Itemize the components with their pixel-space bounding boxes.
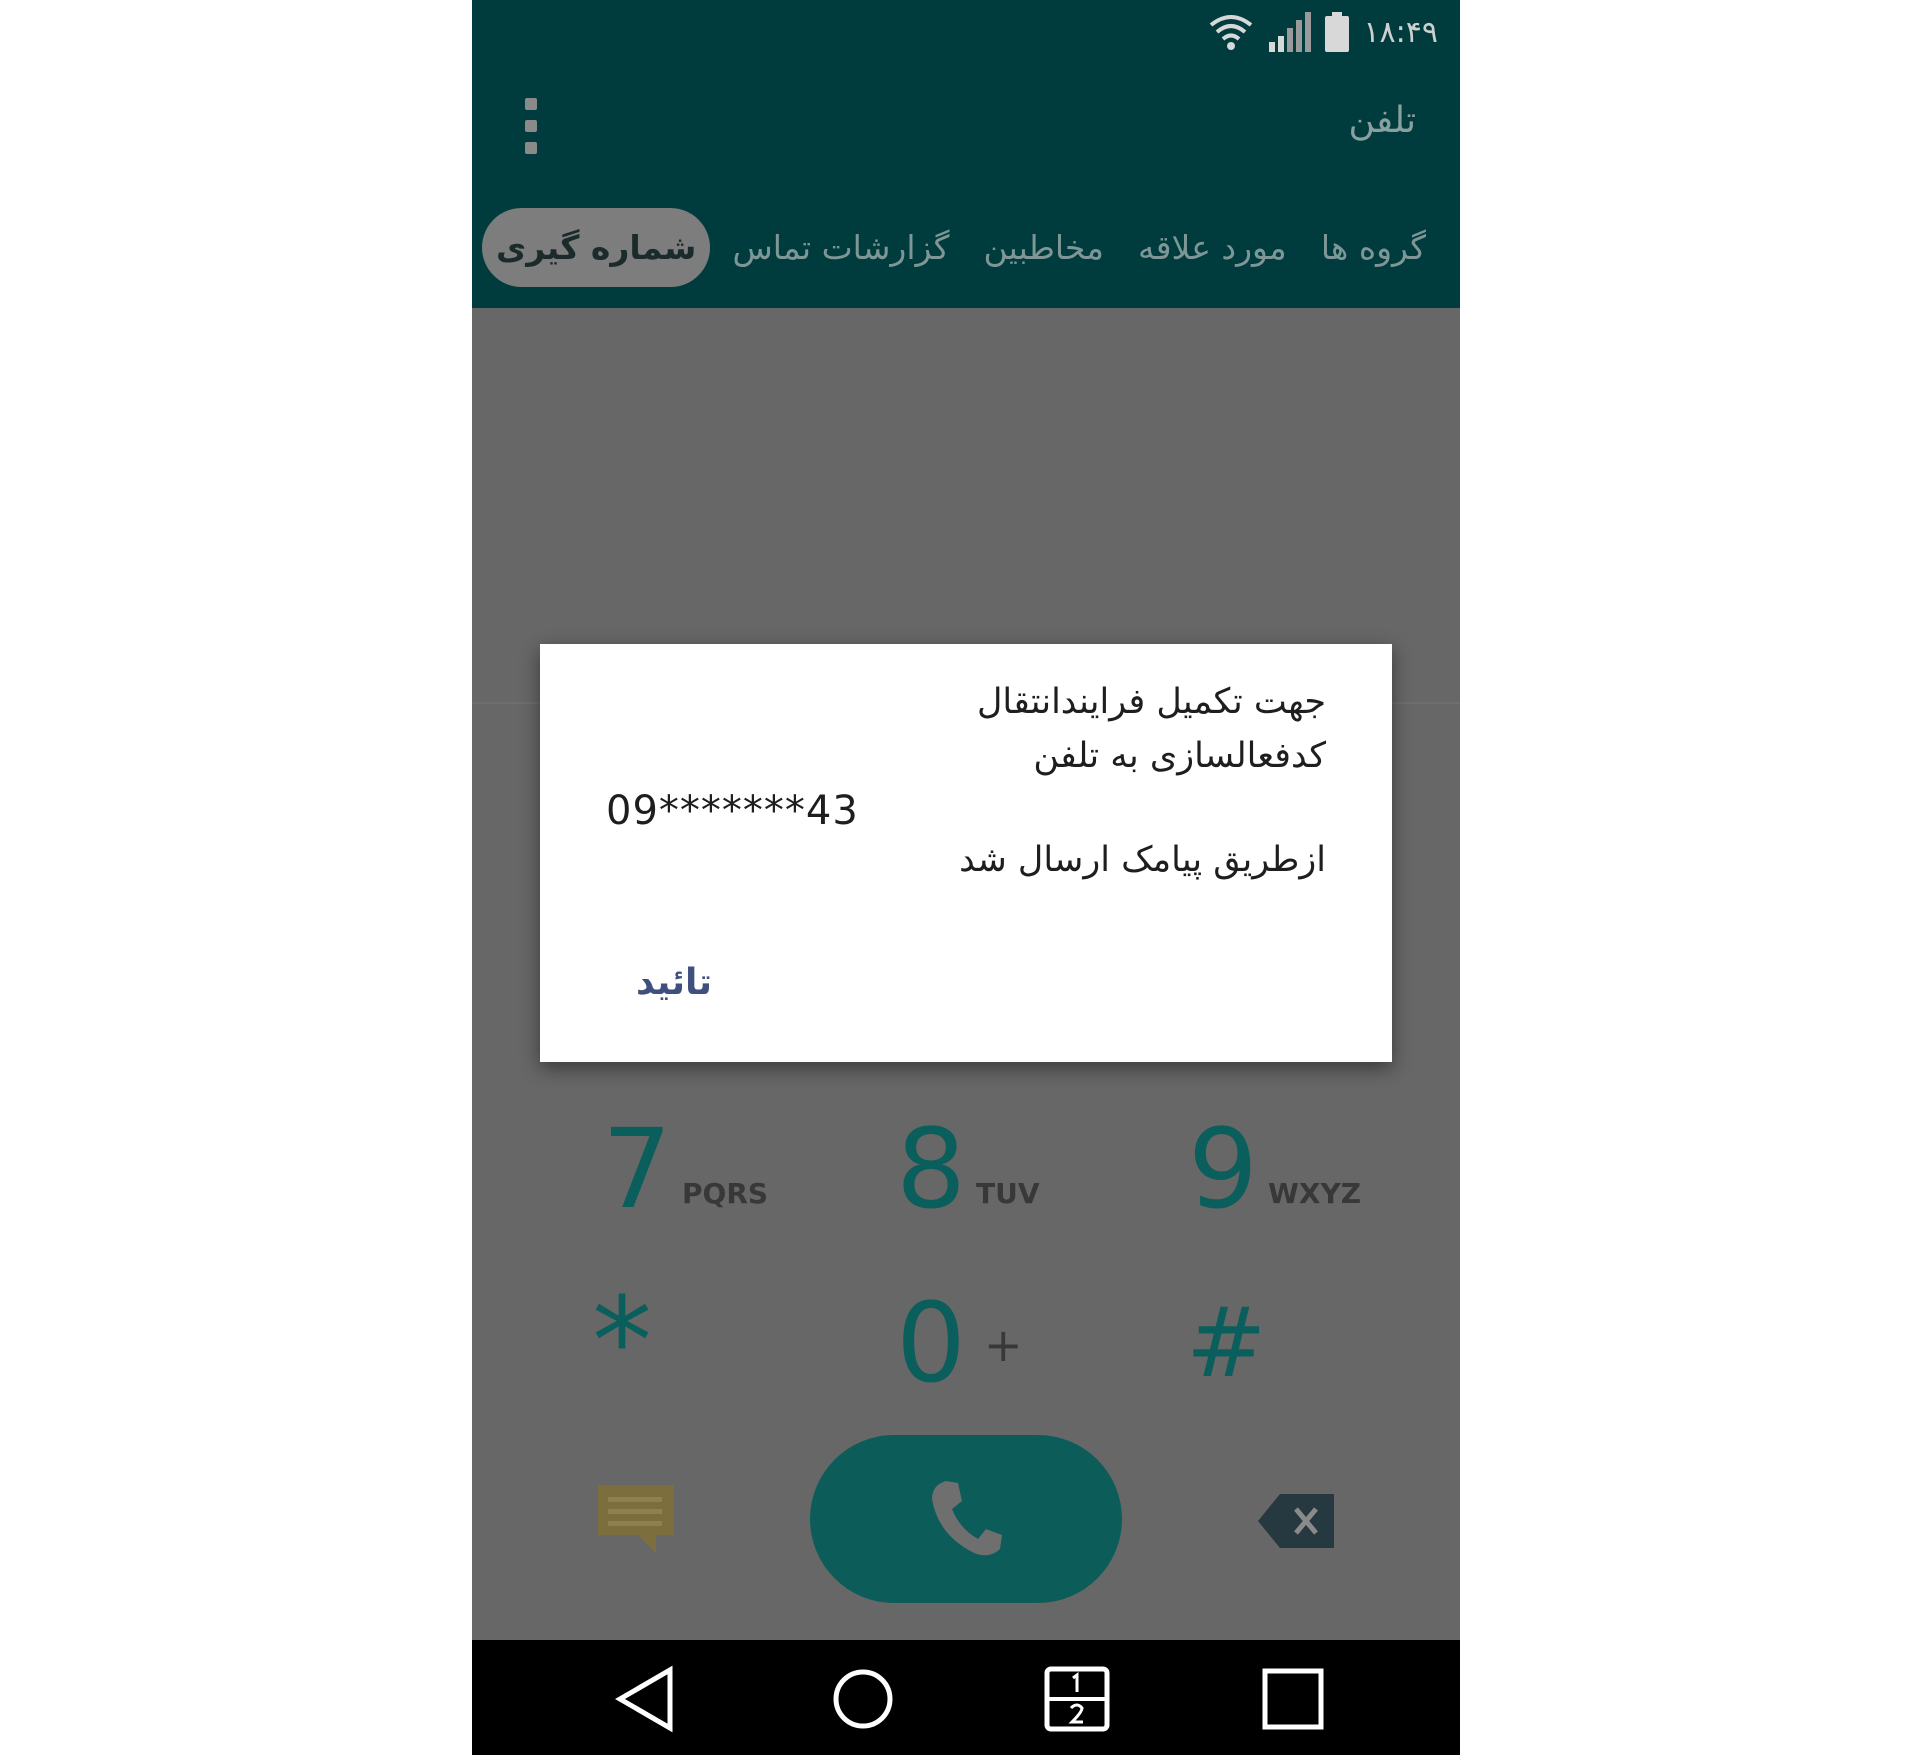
key-hash[interactable]: # [1186,1288,1276,1398]
wifi-icon [1210,15,1253,50]
key-digit: * [592,1273,652,1412]
tab-contacts[interactable]: مخاطبین [972,210,1116,285]
tab-bar: گروه ها مورد علاقه مخاطبین گزارشات تماس … [472,186,1460,308]
ok-button[interactable]: تائید [636,962,712,1003]
key-digit: 7 [602,1105,672,1233]
status-bar: ۱۸:۴۹ [472,0,1460,64]
key-letters: PQRS [682,1177,769,1210]
key-0[interactable]: 0 + [896,1288,1023,1398]
status-indicators: ۱۸:۴۹ [1209,12,1438,52]
app-title: تلفن [1348,100,1416,141]
key-star[interactable]: * [592,1273,662,1412]
tab-dialer[interactable]: شماره گیری [482,207,711,287]
tab-favorites[interactable]: مورد علاقه [1126,210,1299,285]
dialog-message-line-3: ازطریق پیامک ارسال شد [959,840,1326,880]
key-digit: 0 [896,1279,966,1407]
dual-window-icon[interactable] [1042,1664,1112,1734]
battery-icon [1325,12,1350,52]
key-digit: # [1186,1287,1267,1399]
clock-text: ۱۸:۴۹ [1363,14,1438,50]
dialog-message-line-1: جهت تکمیل فرایندانتقال [976,682,1326,722]
key-8[interactable]: 8 TUV [896,1114,1040,1224]
call-button[interactable] [810,1435,1122,1603]
phone-screen: ۱۸:۴۹ تلفن گروه ها مورد علاقه مخاطبین گز… [472,0,1460,1755]
key-digit: 9 [1188,1105,1258,1233]
app-bar: تلفن [472,64,1460,186]
back-icon[interactable] [612,1664,682,1734]
message-icon[interactable] [596,1483,676,1555]
verification-dialog: جهت تکمیل فرایندانتقال کدفعالسازی به تلف… [540,644,1392,1062]
tab-groups[interactable]: گروه ها [1309,210,1438,285]
key-letters: + [984,1318,1023,1372]
masked-phone-number: 09*******43 [606,788,859,834]
overflow-menu-icon[interactable] [516,98,546,154]
tab-call-logs[interactable]: گزارشات تماس [721,210,962,285]
key-7[interactable]: 7 PQRS [602,1114,768,1224]
key-digit: 8 [896,1105,966,1233]
nav-bar [472,1640,1460,1755]
signal-icon [1269,12,1312,52]
dialog-message-line-2: کدفعالسازی به تلفن [1033,736,1326,776]
key-9[interactable]: 9 WXYZ [1188,1114,1361,1224]
key-letters: TUV [976,1177,1040,1210]
backspace-icon[interactable] [1258,1494,1334,1548]
recents-icon[interactable] [1258,1664,1328,1734]
key-letters: WXYZ [1268,1177,1362,1210]
phone-icon [932,1481,1002,1556]
home-icon[interactable] [828,1664,898,1734]
